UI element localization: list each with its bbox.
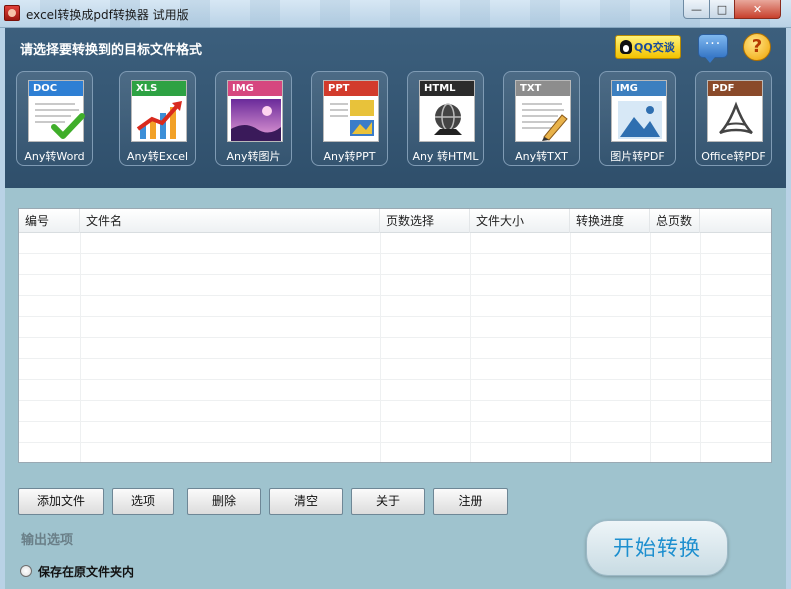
format-badge: IMG <box>612 81 666 96</box>
image-document-icon: IMG <box>227 80 283 142</box>
column-header-progress[interactable]: 转换进度 <box>570 209 650 233</box>
format-tile-excel[interactable]: XLS Any转Excel <box>119 71 196 166</box>
format-caption: Any 转HTML <box>412 150 479 163</box>
window-title: excel转换成pdf转换器 试用版 <box>26 8 189 22</box>
empty-row <box>19 359 771 380</box>
register-button[interactable]: 注册 <box>433 488 508 515</box>
format-badge: HTML <box>420 81 474 96</box>
help-icon[interactable]: ? <box>743 33 771 61</box>
format-selection-panel: 请选择要转换到的目标文件格式 QQ交谈 ··· ? DOC Any转Word X… <box>5 28 786 188</box>
format-tile-image[interactable]: IMG Any转图片 <box>215 71 292 166</box>
format-badge: TXT <box>516 81 570 96</box>
add-file-button[interactable]: 添加文件 <box>18 488 104 515</box>
clear-button[interactable]: 清空 <box>269 488 343 515</box>
qq-penguin-icon <box>620 40 632 54</box>
empty-row <box>19 338 771 359</box>
column-header-filename[interactable]: 文件名 <box>80 209 380 233</box>
format-panel-title: 请选择要转换到的目标文件格式 <box>20 43 203 58</box>
minimize-button[interactable]: — <box>683 0 710 19</box>
chat-bubble-icon[interactable]: ··· <box>698 34 728 63</box>
empty-row <box>19 380 771 401</box>
empty-row <box>19 317 771 338</box>
save-in-source-label[interactable]: 保存在原文件夹内 <box>38 563 134 580</box>
format-caption: Any转Excel <box>126 150 189 163</box>
column-header-index[interactable]: 编号 <box>19 209 80 233</box>
column-header-total-pages[interactable]: 总页数 <box>650 209 700 233</box>
format-badge: IMG <box>228 81 282 96</box>
delete-button[interactable]: 删除 <box>187 488 261 515</box>
file-list[interactable]: 编号 文件名 页数选择 文件大小 转换进度 总页数 <box>18 208 772 463</box>
qq-chat-label: QQ交谈 <box>634 41 675 54</box>
format-tile-word[interactable]: DOC Any转Word <box>16 71 93 166</box>
format-caption: 图片转PDF <box>610 150 665 163</box>
empty-row <box>19 422 771 443</box>
format-tile-ppt[interactable]: PPT Any转PPT <box>311 71 388 166</box>
window-frame-right <box>786 28 791 589</box>
format-badge: PPT <box>324 81 378 96</box>
format-tiles: DOC Any转Word XLS Any转Excel IMG Any转图片 PP… <box>16 71 776 167</box>
empty-row <box>19 233 771 254</box>
empty-row <box>19 254 771 275</box>
maximize-button[interactable]: □ <box>709 0 735 19</box>
format-badge: XLS <box>132 81 186 96</box>
format-caption: Any转图片 <box>226 150 281 163</box>
app-icon <box>4 5 20 21</box>
format-badge: DOC <box>29 81 83 96</box>
image-to-pdf-icon: IMG <box>611 80 667 142</box>
format-caption: Any转Word <box>24 150 85 163</box>
close-button[interactable]: ✕ <box>734 0 781 19</box>
ppt-document-icon: PPT <box>323 80 379 142</box>
options-button[interactable]: 选项 <box>112 488 174 515</box>
word-document-icon: DOC <box>28 80 85 142</box>
format-caption: Any转TXT <box>515 150 568 163</box>
format-tile-html[interactable]: HTML Any 转HTML <box>407 71 484 166</box>
format-tile-image-to-pdf[interactable]: IMG 图片转PDF <box>599 71 676 166</box>
save-in-source-radio[interactable] <box>20 565 32 577</box>
output-options-label: 输出选项 <box>21 533 74 548</box>
start-convert-button[interactable]: 开始转换 <box>586 520 728 576</box>
html-document-icon: HTML <box>419 80 475 142</box>
title-bar: excel转换成pdf转换器 试用版 — □ ✕ <box>0 0 791 28</box>
format-tile-office-to-pdf[interactable]: PDF Office转PDF <box>695 71 772 166</box>
pdf-document-icon: PDF <box>707 80 763 142</box>
format-badge: PDF <box>708 81 762 96</box>
format-tile-txt[interactable]: TXT Any转TXT <box>503 71 580 166</box>
empty-row <box>19 275 771 296</box>
txt-document-icon: TXT <box>515 80 571 142</box>
excel-document-icon: XLS <box>131 80 187 142</box>
column-header-file-size[interactable]: 文件大小 <box>470 209 570 233</box>
empty-row <box>19 296 771 317</box>
empty-row <box>19 443 771 462</box>
format-caption: Office转PDF <box>701 150 766 163</box>
about-button[interactable]: 关于 <box>351 488 425 515</box>
empty-row <box>19 401 771 422</box>
column-header-page-range[interactable]: 页数选择 <box>380 209 470 233</box>
qq-chat-button[interactable]: QQ交谈 <box>615 35 681 59</box>
format-caption: Any转PPT <box>323 150 376 163</box>
file-list-header: 编号 文件名 页数选择 文件大小 转换进度 总页数 <box>19 209 771 233</box>
